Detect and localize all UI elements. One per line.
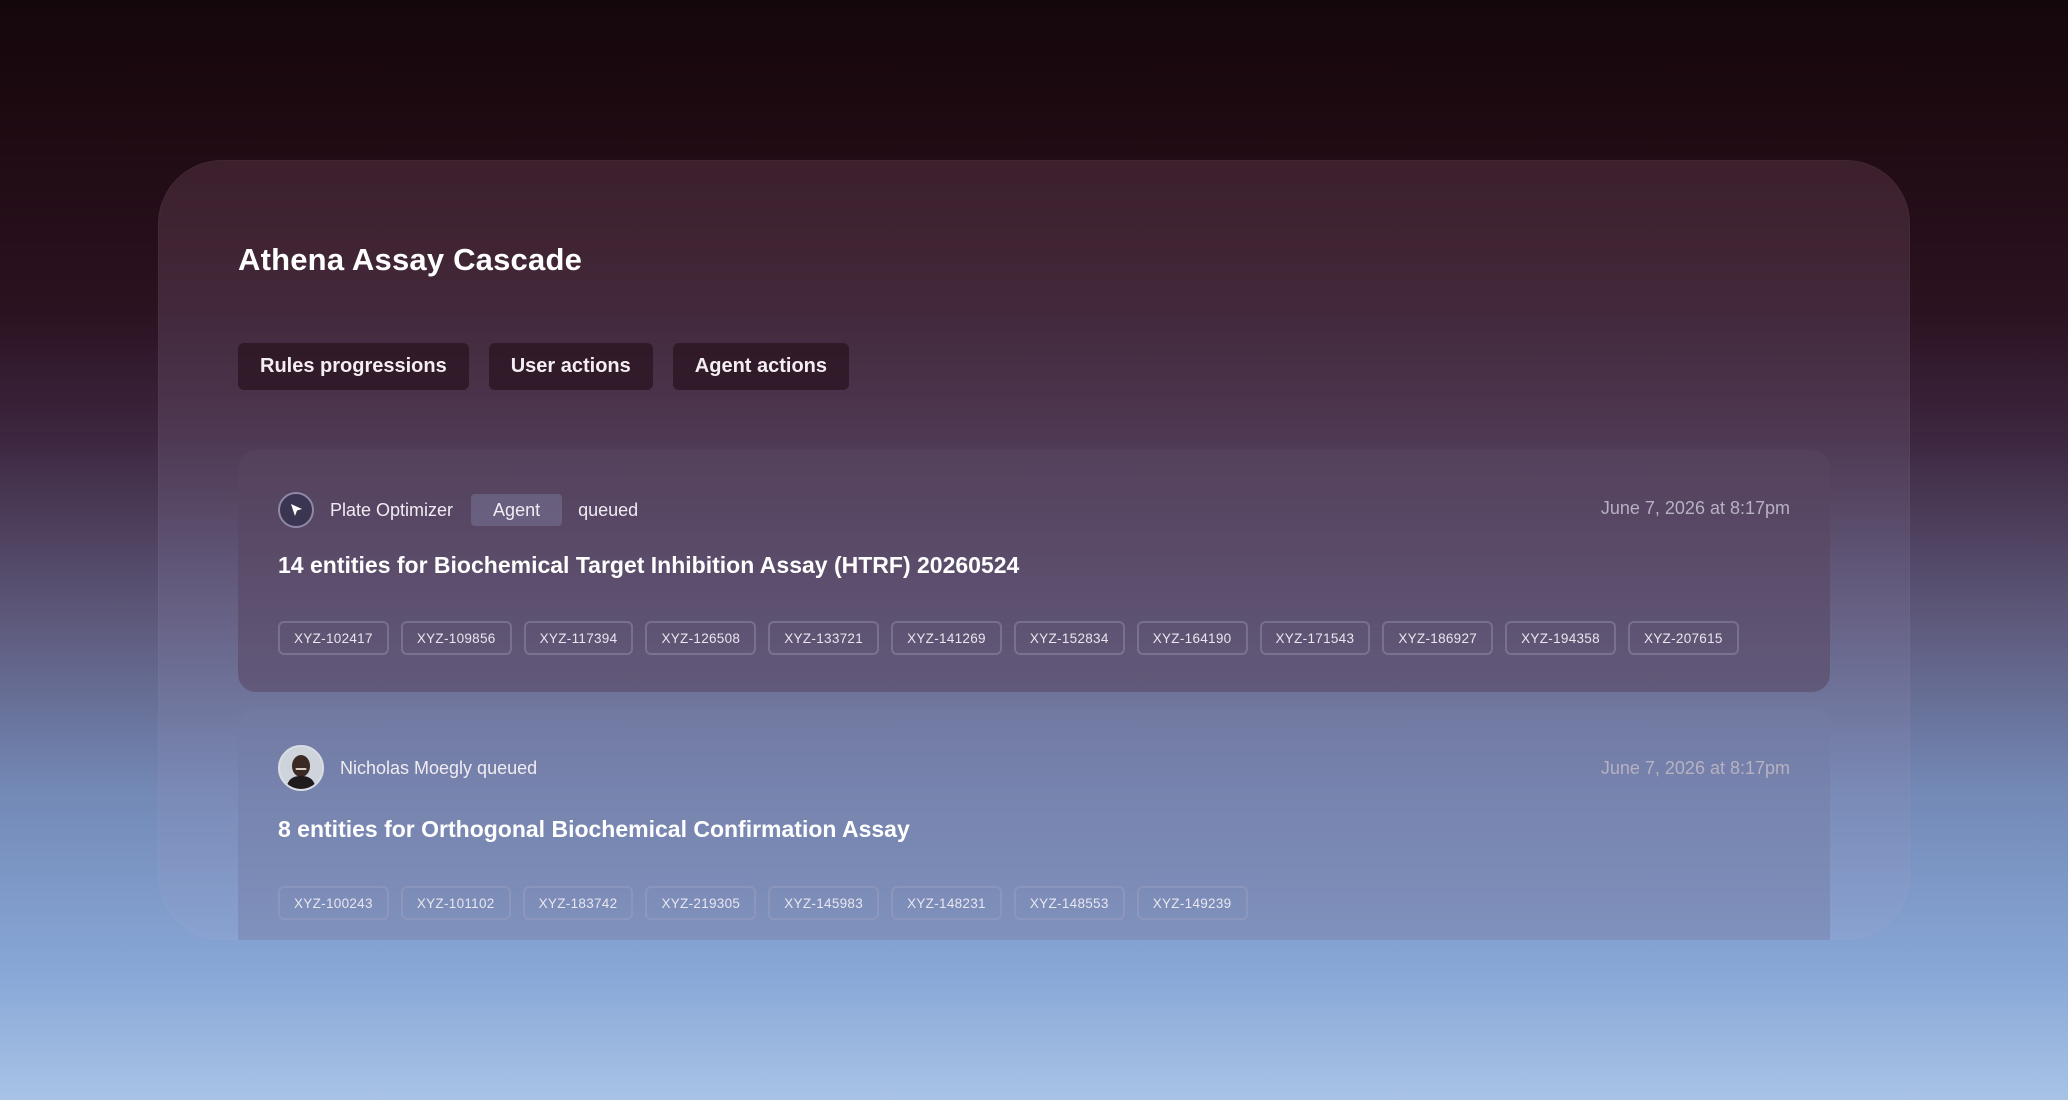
entity-chip[interactable]: XYZ-148553 <box>1013 886 1125 920</box>
entity-chip[interactable]: XYZ-194358 <box>1505 621 1616 655</box>
activity-card-user: Nicholas Moegly queued June 7, 2026 at 8… <box>238 708 1830 940</box>
entity-chip[interactable]: XYZ-145983 <box>768 886 880 920</box>
entity-chip[interactable]: XYZ-152834 <box>1013 621 1125 655</box>
activity-panel: Athena Assay Cascade Rules progressions … <box>158 160 1910 940</box>
card-header: Plate Optimizer Agent queued <box>278 490 638 530</box>
actor-name[interactable]: Plate Optimizer <box>330 500 453 521</box>
actor-name[interactable]: Nicholas Moegly queued <box>340 758 537 779</box>
card-header: Nicholas Moegly queued <box>278 745 537 791</box>
entity-chip[interactable]: XYZ-141269 <box>891 621 1002 655</box>
event-heading: 14 entities for Biochemical Target Inhib… <box>278 552 1020 578</box>
entity-chip[interactable]: XYZ-100243 <box>278 886 389 920</box>
entity-chip[interactable]: XYZ-101102 <box>400 886 511 920</box>
timestamp: June 7, 2026 at 8:17pm <box>1600 498 1790 518</box>
entity-chips: XYZ-100243 XYZ-101102 XYZ-183742 XYZ-219… <box>278 886 1248 920</box>
agent-badge: Agent <box>471 494 563 526</box>
cursor-arrow-icon <box>278 492 314 528</box>
entity-chip[interactable]: XYZ-148231 <box>891 886 1002 920</box>
entity-chip[interactable]: XYZ-219305 <box>645 886 757 920</box>
action-verb: queued <box>578 499 639 520</box>
tab-rules-progressions[interactable]: Rules progressions <box>238 343 469 390</box>
tab-user-actions[interactable]: User actions <box>488 343 653 390</box>
entity-chip[interactable]: XYZ-102417 <box>278 621 389 655</box>
timestamp: June 7, 2026 at 8:17pm <box>1600 758 1790 778</box>
activity-card-agent: Plate Optimizer Agent queued June 7, 202… <box>238 450 1830 692</box>
entity-chip[interactable]: XYZ-183742 <box>522 886 634 920</box>
entity-chip[interactable]: XYZ-207615 <box>1627 621 1739 655</box>
entity-chip[interactable]: XYZ-109856 <box>400 621 512 655</box>
entity-chip[interactable]: XYZ-133721 <box>768 621 880 655</box>
event-heading: 8 entities for Orthogonal Biochemical Co… <box>278 816 910 842</box>
tab-agent-actions[interactable]: Agent actions <box>672 343 850 390</box>
user-avatar <box>278 745 324 791</box>
entity-chip[interactable]: XYZ-117394 <box>523 621 634 655</box>
entity-chips: XYZ-102417 XYZ-109856 XYZ-117394 XYZ-126… <box>278 621 1739 655</box>
filter-tabs: Rules progressions User actions Agent ac… <box>238 343 850 390</box>
entity-chip[interactable]: XYZ-149239 <box>1136 886 1248 920</box>
entity-chip[interactable]: XYZ-171543 <box>1259 621 1371 655</box>
entity-chip[interactable]: XYZ-126508 <box>645 621 757 655</box>
page-title: Athena Assay Cascade <box>238 242 583 277</box>
entity-chip[interactable]: XYZ-164190 <box>1136 621 1248 655</box>
entity-chip[interactable]: XYZ-186927 <box>1382 621 1494 655</box>
